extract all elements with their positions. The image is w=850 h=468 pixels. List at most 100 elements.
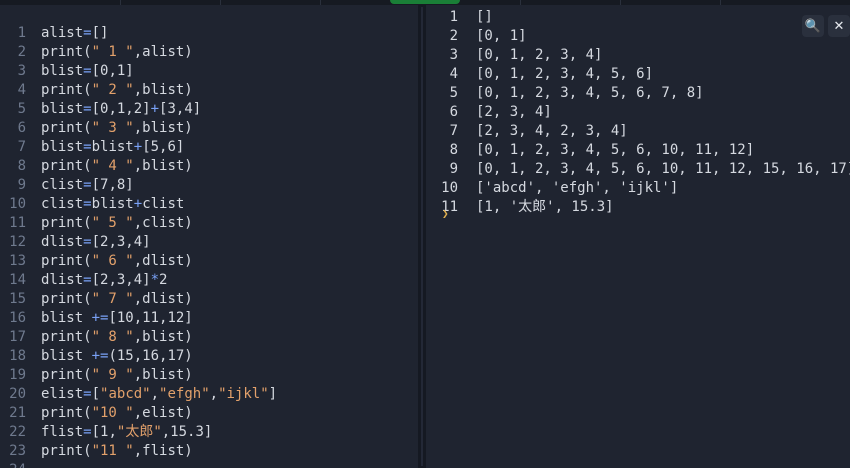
code-token: " 4 ": [91, 158, 134, 174]
code-token: *: [150, 272, 160, 288]
code-token: =: [83, 177, 92, 193]
code-token: ,: [209, 386, 219, 402]
code-token: "11 ": [91, 443, 134, 459]
code-text[interactable]: print(" 6 ",dlist): [41, 252, 193, 271]
output-text: [2, 3, 4]: [476, 104, 552, 120]
code-token: print(: [41, 44, 92, 60]
console-output[interactable]: 1 [] 2 [0, 1] 3 [0, 1, 2, 3, 4] 4 [0, 1, 2, 3, …: [426, 5, 850, 468]
code-token: alist: [41, 25, 84, 41]
code-token: blist: [41, 310, 92, 326]
line-number: 10: [9, 196, 26, 212]
code-token: =: [83, 386, 92, 402]
code-text[interactable]: blist=blist+[5,6]: [41, 138, 184, 157]
code-text[interactable]: elist=["abcd","efgh","ijkl"]: [41, 385, 277, 404]
line-number: 5: [17, 101, 26, 117]
code-token: =: [83, 101, 92, 117]
code-token: blist: [41, 63, 84, 79]
code-token: =: [83, 25, 92, 41]
line-number: 3: [17, 63, 26, 79]
code-text[interactable]: print(" 7 ",dlist): [41, 290, 193, 309]
code-token: "abcd": [100, 386, 151, 402]
code-text[interactable]: print(" 5 ",clist): [41, 214, 193, 233]
code-token: [1,: [91, 424, 117, 440]
line-number: 13: [9, 253, 26, 269]
code-token: " 3 ": [91, 120, 134, 136]
code-token: ,blist): [133, 120, 193, 136]
code-text[interactable]: print("10 ",elist): [41, 404, 193, 423]
code-text[interactable]: clist=blist+clist: [41, 195, 184, 214]
output-text: [0, 1, 2, 3, 4, 5, 6]: [476, 66, 654, 82]
code-text[interactable]: print(" 9 ",blist): [41, 366, 193, 385]
code-token: ]: [268, 386, 278, 402]
code-token: blist: [41, 139, 84, 155]
code-token: +: [133, 139, 143, 155]
output-text: [0, 1, 2, 3, 4, 5, 6, 10, 11, 12]: [476, 142, 755, 158]
code-token: []: [91, 25, 109, 41]
line-number: 22: [9, 424, 26, 440]
output-text: [0, 1, 2, 3, 4, 5, 6, 7, 8]: [476, 85, 704, 101]
code-token: [7,8]: [91, 177, 134, 193]
code-token: [0,1]: [91, 63, 134, 79]
output-text: []: [476, 9, 493, 25]
console-toolbar: 🔍 ✕: [802, 15, 850, 37]
line-number: 21: [9, 405, 26, 421]
output-line-number: 5: [449, 85, 458, 101]
pane-resizer[interactable]: [418, 5, 426, 468]
code-token: ,blist): [133, 158, 193, 174]
line-number: 24: [0, 461, 26, 468]
line-number: 18: [9, 348, 26, 364]
code-text[interactable]: clist=[7,8]: [41, 176, 134, 195]
code-token: clist: [41, 177, 84, 193]
code-token: " 8 ": [91, 329, 134, 345]
code-token: +=: [91, 310, 109, 326]
code-token: [: [91, 386, 101, 402]
code-token: [2,3,4]: [91, 234, 151, 250]
code-text[interactable]: print(" 1 ",alist): [41, 43, 193, 62]
code-token: ,blist): [133, 367, 193, 383]
search-icon[interactable]: 🔍: [802, 15, 824, 37]
code-text[interactable]: blist +=(15,16,17): [41, 347, 193, 366]
code-token: " 2 ": [91, 82, 134, 98]
code-token: " 9 ": [91, 367, 134, 383]
code-text[interactable]: dlist=[2,3,4]: [41, 233, 151, 252]
code-text[interactable]: dlist=[2,3,4]*2: [41, 271, 167, 290]
code-token: "efgh": [159, 386, 210, 402]
code-text[interactable]: print(" 8 ",blist): [41, 328, 193, 347]
output-line-number: 7: [449, 123, 458, 139]
code-text[interactable]: flist=[1,"太郎",15.3]: [41, 423, 212, 442]
resizer-handle[interactable]: [421, 7, 423, 466]
code-text[interactable]: blist=[0,1,2]+[3,4]: [41, 100, 201, 119]
code-text[interactable]: print(" 3 ",blist): [41, 119, 193, 138]
code-text[interactable]: blist +=[10,11,12]: [41, 309, 193, 328]
run-button-edge[interactable]: [390, 0, 460, 4]
code-text[interactable]: blist=[0,1]: [41, 62, 134, 81]
code-token: ,flist): [133, 443, 193, 459]
line-number: 17: [9, 329, 26, 345]
line-number: 15: [9, 291, 26, 307]
code-token: print(: [41, 405, 92, 421]
close-icon[interactable]: ✕: [828, 15, 850, 37]
line-number: 19: [9, 367, 26, 383]
code-text[interactable]: alist=[]: [41, 24, 108, 43]
output-text: [0, 1, 2, 3, 4, 5, 6, 10, 11, 12, 15, 16…: [476, 161, 850, 177]
code-token: ,alist): [133, 44, 193, 60]
code-token: ,clist): [133, 215, 193, 231]
code-text[interactable]: print(" 4 ",blist): [41, 157, 193, 176]
output-text: [2, 3, 4, 2, 3, 4]: [476, 123, 628, 139]
code-text[interactable]: print(" 2 ",blist): [41, 81, 193, 100]
code-token: =: [83, 272, 92, 288]
code-token: =: [83, 234, 92, 250]
output-line-number: 4: [449, 66, 458, 82]
line-number: 11: [9, 215, 26, 231]
output-line-number: 1: [449, 9, 458, 25]
line-number: 7: [17, 139, 26, 155]
line-number: 6: [17, 120, 26, 136]
output-line-number: 6: [449, 104, 458, 120]
output-text: [0, 1]: [476, 28, 527, 44]
code-token: ,dlist): [133, 291, 193, 307]
code-editor[interactable]: 1 alist=[] 2 print(" 1 ",alist) 3 blist=[0,1]…: [0, 5, 418, 468]
output-line-number: 3: [449, 47, 458, 63]
code-token: [5,6]: [142, 139, 185, 155]
code-text[interactable]: print("11 ",flist): [41, 442, 193, 461]
code-token: ,elist): [133, 405, 193, 421]
